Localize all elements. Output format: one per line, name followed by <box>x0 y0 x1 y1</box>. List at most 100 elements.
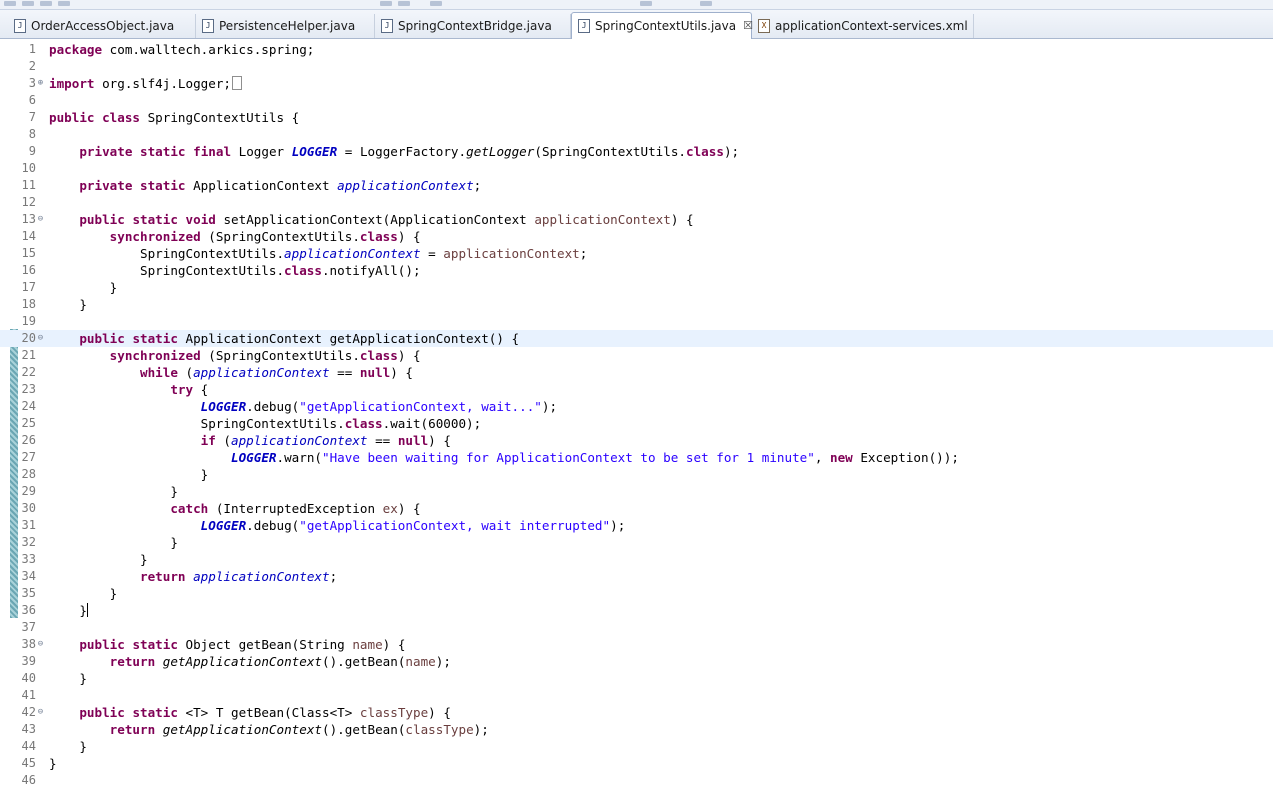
toolbar-icon[interactable] <box>430 1 442 6</box>
code-line[interactable]: 8 <box>0 126 1273 143</box>
java-file-icon: J <box>578 19 590 33</box>
collapse-fold-icon[interactable]: ⊖ <box>36 334 45 343</box>
code-token: class <box>344 416 383 431</box>
code-token: while <box>140 365 178 380</box>
code-line[interactable]: 37 <box>0 619 1273 636</box>
code-token: getApplicationContext <box>162 654 322 669</box>
toolbar-icon[interactable] <box>58 1 70 6</box>
code-token: SpringContextUtils. <box>49 263 285 278</box>
code-line[interactable]: 10 <box>0 160 1273 177</box>
code-line[interactable]: 18 } <box>0 296 1273 313</box>
code-line[interactable]: 36 } <box>0 602 1273 619</box>
code-line[interactable]: 19 <box>0 313 1273 330</box>
code-line[interactable]: 41 <box>0 687 1273 704</box>
code-line[interactable]: 17 } <box>0 279 1273 296</box>
editor-tab[interactable]: J SpringContextBridge.java <box>375 14 571 38</box>
code-token: ); <box>541 399 558 414</box>
collapse-fold-icon[interactable]: ⊖ <box>36 215 45 224</box>
editor-tab[interactable]: J OrderAccessObject.java <box>8 14 196 38</box>
toolbar-icon[interactable] <box>398 1 410 6</box>
code-line[interactable]: 3 ⊕ import org.slf4j.Logger; <box>0 75 1273 92</box>
code-line[interactable]: 14 synchronized (SpringContextUtils.clas… <box>0 228 1273 245</box>
code-line[interactable]: 13 ⊖ public static void setApplicationCon… <box>0 211 1273 228</box>
line-number: 35 <box>21 586 36 600</box>
editor-tab-bar: J OrderAccessObject.java J PersistenceHelpe… <box>0 10 1273 39</box>
line-number: 17 <box>21 280 36 294</box>
line-number: 42 <box>21 705 36 719</box>
code-text: LOGGER.debug("getApplicationContext, wai… <box>49 398 557 415</box>
code-line[interactable]: 7 public class SpringContextUtils { <box>0 109 1273 126</box>
tab-label: applicationContext-services.xml <box>775 19 968 33</box>
code-line[interactable]: 27 LOGGER.warn("Have been waiting for Ap… <box>0 449 1273 466</box>
code-token: Logger <box>231 144 292 159</box>
toolbar-icon[interactable] <box>640 1 652 6</box>
expand-fold-icon[interactable]: ⊕ <box>36 79 45 88</box>
code-line[interactable]: 24 LOGGER.debug("getApplicationContext, … <box>0 398 1273 415</box>
line-number: 25 <box>21 416 36 430</box>
code-line[interactable]: 38 ⊖ public static Object getBean(String … <box>0 636 1273 653</box>
code-text: LOGGER.warn("Have been waiting for Appli… <box>49 449 959 466</box>
code-line[interactable]: 6 <box>0 92 1273 109</box>
code-line[interactable]: 23 try { <box>0 381 1273 398</box>
code-token: { <box>193 382 209 397</box>
toolbar-icon[interactable] <box>22 1 34 6</box>
code-token: new <box>830 450 853 465</box>
toolbar-icon[interactable] <box>4 1 16 6</box>
collapse-fold-icon[interactable]: ⊖ <box>36 640 45 649</box>
code-text: } <box>49 755 57 772</box>
editor-tab[interactable]: XapplicationContext-services.xml <box>752 14 974 38</box>
code-line[interactable]: 39 return getApplicationContext().getBea… <box>0 653 1273 670</box>
code-line[interactable]: 1 package com.walltech.arkics.spring; <box>0 41 1273 58</box>
code-line[interactable]: 35 } <box>0 585 1273 602</box>
code-token: getApplicationContext <box>162 722 322 737</box>
collapse-fold-icon[interactable]: ⊖ <box>36 708 45 717</box>
code-line[interactable]: 16 SpringContextUtils.class.notifyAll(); <box>0 262 1273 279</box>
code-line[interactable]: 25 SpringContextUtils.class.wait(60000); <box>0 415 1273 432</box>
code-line[interactable]: 29 } <box>0 483 1273 500</box>
code-line[interactable]: 31 LOGGER.debug("getApplicationContext, … <box>0 517 1273 534</box>
toolbar-icon[interactable] <box>40 1 52 6</box>
code-line[interactable]: 12 <box>0 194 1273 211</box>
code-line[interactable]: 46 <box>0 772 1273 789</box>
code-line[interactable]: 15 SpringContextUtils.applicationContext… <box>0 245 1273 262</box>
code-token: .debug( <box>246 518 300 533</box>
code-line[interactable]: 21 synchronized (SpringContextUtils.clas… <box>0 347 1273 364</box>
code-text: } <box>49 585 118 602</box>
code-token: static <box>140 144 186 159</box>
code-line[interactable]: 22 while (applicationContext == null) { <box>0 364 1273 381</box>
code-token: ) { <box>428 705 451 720</box>
editor-tab[interactable]: J PersistenceHelper.java <box>196 14 375 38</box>
code-line[interactable]: 33 } <box>0 551 1273 568</box>
editor-tab[interactable]: J SpringContextUtils.java ☒ <box>571 12 753 39</box>
code-line[interactable]: 11 private static ApplicationContext app… <box>0 177 1273 194</box>
code-line[interactable]: 44 } <box>0 738 1273 755</box>
code-line[interactable]: 32 } <box>0 534 1273 551</box>
code-line[interactable]: 26 if (applicationContext == null) { <box>0 432 1273 449</box>
code-line[interactable]: 45} <box>0 755 1273 772</box>
code-line[interactable]: 42 ⊖ public static <T> T getBean(Class<T>… <box>0 704 1273 721</box>
code-line[interactable]: 43 return getApplicationContext().getBea… <box>0 721 1273 738</box>
toolbar-icon[interactable] <box>700 1 712 6</box>
code-token: SpringContextUtils. <box>49 416 345 431</box>
folded-imports-marker[interactable] <box>231 76 242 90</box>
code-line[interactable]: 20 ⊖ public static ApplicationContext get… <box>0 330 1273 347</box>
code-line[interactable]: 2 <box>0 58 1273 75</box>
code-line[interactable]: 30 catch (InterruptedException ex) { <box>0 500 1273 517</box>
code-line[interactable]: 40 } <box>0 670 1273 687</box>
code-line[interactable]: 34 return applicationContext; <box>0 568 1273 585</box>
code-line[interactable]: 28 } <box>0 466 1273 483</box>
code-line[interactable]: 9 private static final Logger LOGGER = L… <box>0 143 1273 160</box>
code-token: static <box>132 331 178 346</box>
code-text: } <box>49 296 87 313</box>
code-token: class <box>102 110 141 125</box>
toolbar-icon[interactable] <box>380 1 392 6</box>
code-token: applicationContext <box>231 433 368 448</box>
code-editor[interactable]: 1 package com.walltech.arkics.spring; 2 3 ⊕ i… <box>0 39 1273 804</box>
line-number: 27 <box>21 450 36 464</box>
